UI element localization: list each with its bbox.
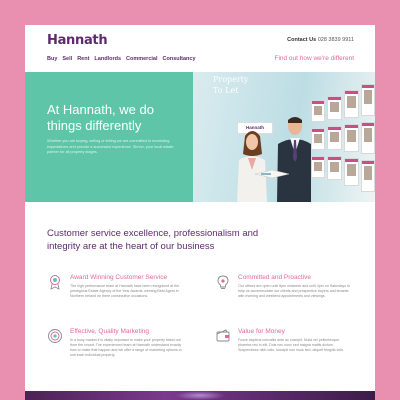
woman-figure: [237, 131, 267, 202]
property-board: [327, 126, 342, 150]
property-board: [327, 156, 342, 180]
nav-item-sell[interactable]: Sell: [62, 56, 72, 62]
sign-line-2: To Let: [213, 86, 239, 95]
property-board: [361, 160, 375, 192]
hero-banner: At Hannath, we do things differently Whe…: [25, 72, 375, 202]
contact-phone: 028 3839 9911: [317, 37, 354, 43]
feature-title: Effective, Quality Marketing: [70, 328, 149, 335]
brochure: [255, 170, 289, 179]
wallet-icon: [216, 329, 230, 342]
sign-line-1: Property: [213, 75, 249, 84]
feature-text: In a busy market it is vitally important…: [70, 338, 182, 357]
hero-subtitle: Whether you are buying, selling or letti…: [47, 139, 174, 154]
nav-item-commercial[interactable]: Commercial: [126, 56, 158, 62]
property-board: [344, 158, 359, 186]
main-nav: Buy Sell Rent Landlords Commercial Consu…: [47, 56, 196, 62]
feature-text: Our offices are open until 8pm midweek a…: [238, 284, 351, 298]
property-board: [344, 124, 359, 152]
property-board: [344, 90, 359, 118]
property-board: [311, 128, 325, 150]
mission-statement: Customer service excellence, professiona…: [47, 228, 259, 252]
property-to-let-sign: Property To Let: [213, 74, 248, 96]
feature-title: Award Winning Customer Service: [70, 274, 168, 281]
target-icon: [48, 329, 62, 343]
feature-text: Fusce dapibus convallis ante ac suscipit…: [238, 338, 344, 352]
nav-item-landlords[interactable]: Landlords: [94, 56, 121, 62]
page: Hannath Buy Sell Rent Landlords Commerci…: [25, 25, 375, 400]
property-board: [361, 122, 375, 154]
lightbulb-icon: [217, 275, 229, 289]
nav-item-buy[interactable]: Buy: [47, 56, 57, 62]
property-board: [311, 156, 325, 178]
hannath-logo[interactable]: Hannath: [47, 33, 108, 48]
hero-text-panel: At Hannath, we do things differently Whe…: [25, 72, 193, 202]
feature-title: Value for Money: [238, 328, 285, 335]
property-board: [327, 96, 342, 120]
footer-glow: [175, 391, 225, 400]
hero-photo: Property To Let Hannath: [193, 72, 375, 202]
property-board: [361, 84, 375, 116]
man-figure: [277, 117, 311, 202]
hero-title: At Hannath, we do things differently: [47, 102, 154, 133]
feature-text: The high performance team at Hannath hav…: [70, 284, 180, 298]
nav-item-rent[interactable]: Rent: [77, 56, 89, 62]
contact-info[interactable]: Contact Us 028 3839 9911: [287, 37, 354, 43]
nav-item-consultancy[interactable]: Consultancy: [163, 56, 196, 62]
award-ribbon-icon: [50, 275, 60, 290]
contact-label: Contact Us: [287, 37, 317, 43]
find-out-link[interactable]: Find out how we're different: [274, 55, 354, 62]
property-board: [311, 100, 325, 122]
feature-title: Committed and Proactive: [238, 274, 311, 281]
